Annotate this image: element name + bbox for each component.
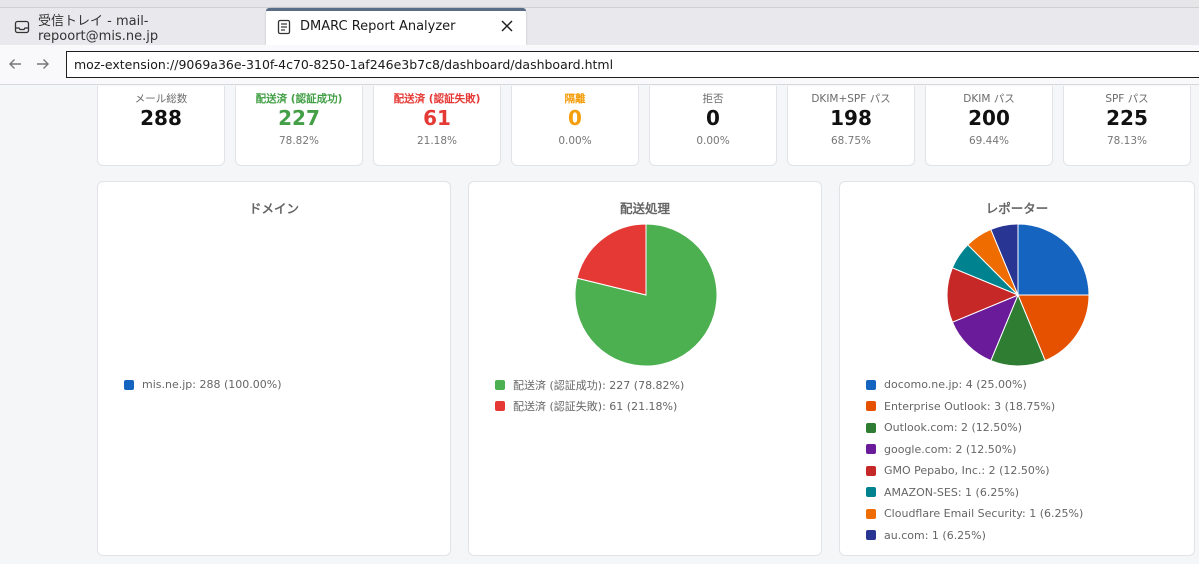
chart-card-reporter: レポーター docomo.ne.jp: 4 (25.00%) Enterprise… bbox=[839, 181, 1195, 556]
stat-percent: 0.00% bbox=[558, 135, 592, 147]
stat-card-delivered-fail: 配送済 (認証失敗) 61 21.18% bbox=[373, 86, 501, 166]
legend-item[interactable]: Outlook.com: 2 (12.50%) bbox=[866, 417, 1083, 439]
pie-slice-0[interactable] bbox=[1017, 223, 1090, 296]
legend-swatch bbox=[495, 379, 505, 390]
stat-value: 198 bbox=[830, 106, 872, 130]
legend-label: Cloudflare Email Security: 1 (6.25%) bbox=[884, 507, 1084, 521]
chart-card-delivery: 配送処理 配送済 (認証成功): 227 (78.82%) 配送済 (認証失敗):… bbox=[468, 181, 822, 556]
legend-swatch bbox=[866, 401, 876, 412]
legend-item[interactable]: Cloudflare Email Security: 1 (6.25%) bbox=[866, 503, 1083, 525]
inbox-icon bbox=[14, 19, 30, 35]
forward-arrow-icon[interactable] bbox=[34, 55, 52, 73]
stat-percent: 78.13% bbox=[1106, 135, 1148, 147]
stat-card-quarantine: 隔離 0 0.00% bbox=[511, 86, 639, 166]
stat-value: 227 bbox=[278, 106, 320, 130]
tab-title: DMARC Report Analyzer bbox=[300, 19, 456, 34]
legend-item[interactable]: google.com: 2 (12.50%) bbox=[866, 439, 1083, 461]
chart-legend: 配送済 (認証成功): 227 (78.82%) 配送済 (認証失敗): 61 (… bbox=[495, 374, 684, 417]
chart-legend: mis.ne.jp: 288 (100.00%) bbox=[124, 374, 282, 396]
chart-card-domain: ドメイン mis.ne.jp: 288 (100.00%) bbox=[97, 181, 451, 556]
tab-inbox[interactable]: 受信トレイ - mail-repoort@mis.ne.jp bbox=[8, 8, 260, 45]
chart-title: ドメイン bbox=[248, 201, 299, 216]
legend-item[interactable]: AMAZON-SES: 1 (6.25%) bbox=[866, 482, 1083, 504]
legend-label: mis.ne.jp: 288 (100.00%) bbox=[142, 378, 282, 392]
legend-item[interactable]: docomo.ne.jp: 4 (25.00%) bbox=[866, 374, 1083, 396]
stat-label: DKIM パス bbox=[963, 93, 1015, 105]
stat-value: 200 bbox=[968, 106, 1010, 130]
stat-value: 288 bbox=[140, 106, 182, 130]
legend-item[interactable]: GMO Pepabo, Inc.: 2 (12.50%) bbox=[866, 460, 1083, 482]
stat-card-total: メール総数 288 bbox=[97, 86, 225, 166]
legend-swatch bbox=[866, 465, 876, 476]
stat-value: 0 bbox=[568, 106, 582, 130]
chart-title: レポーター bbox=[985, 201, 1049, 216]
tab-title: 受信トレイ - mail-repoort@mis.ne.jp bbox=[38, 13, 159, 44]
stat-label: メール総数 bbox=[134, 93, 188, 105]
legend-swatch bbox=[866, 530, 876, 541]
url-bar[interactable]: moz-extension://9069a36e-310f-4c70-8250-… bbox=[66, 51, 1199, 78]
stat-card-reject: 拒否 0 0.00% bbox=[649, 86, 777, 166]
back-arrow-icon[interactable] bbox=[6, 55, 24, 73]
legend-swatch bbox=[495, 401, 505, 412]
stat-percent: 78.82% bbox=[278, 135, 320, 147]
pie-chart bbox=[574, 223, 718, 367]
legend-label: google.com: 2 (12.50%) bbox=[884, 442, 1017, 456]
stat-label: 配送済 (認証成功) bbox=[255, 93, 343, 105]
stat-card-delivered-pass: 配送済 (認証成功) 227 78.82% bbox=[235, 86, 363, 166]
window-top-strip bbox=[0, 0, 1199, 8]
stat-label: 隔離 bbox=[564, 93, 586, 105]
legend-label: docomo.ne.jp: 4 (25.00%) bbox=[884, 378, 1027, 392]
legend-item[interactable]: au.com: 1 (6.25%) bbox=[866, 525, 1083, 547]
stat-card-dkim-pass: DKIM パス 200 69.44% bbox=[925, 86, 1053, 166]
pie-chart bbox=[946, 223, 1090, 367]
stat-percent: 0.00% bbox=[696, 135, 730, 147]
legend-label: 配送済 (認証成功): 227 (78.82%) bbox=[513, 378, 685, 392]
legend-label: Outlook.com: 2 (12.50%) bbox=[884, 421, 1023, 435]
tab-dmarc-report-analyzer[interactable]: DMARC Report Analyzer bbox=[266, 8, 526, 45]
stat-value: 225 bbox=[1106, 106, 1148, 130]
chart-title: 配送処理 bbox=[619, 201, 670, 216]
close-icon[interactable] bbox=[498, 17, 516, 35]
legend-swatch bbox=[866, 444, 876, 455]
dashboard: メール総数 288 配送済 (認証成功) 227 78.82% 配送済 (認証失… bbox=[0, 86, 1199, 564]
stat-label: 拒否 bbox=[702, 93, 724, 105]
stat-label: SPF パス bbox=[1105, 93, 1149, 105]
legend-label: GMO Pepabo, Inc.: 2 (12.50%) bbox=[884, 464, 1050, 478]
stat-percent: 68.75% bbox=[830, 135, 872, 147]
legend-label: AMAZON-SES: 1 (6.25%) bbox=[884, 485, 1020, 499]
legend-item[interactable]: 配送済 (認証失敗): 61 (21.18%) bbox=[495, 396, 684, 418]
stat-card-spf-pass: SPF パス 225 78.13% bbox=[1063, 86, 1191, 166]
navigation-bar: moz-extension://9069a36e-310f-4c70-8250-… bbox=[0, 45, 1199, 85]
legend-item[interactable]: Enterprise Outlook: 3 (18.75%) bbox=[866, 396, 1083, 418]
tab-bar: 受信トレイ - mail-repoort@mis.ne.jp DMARC Rep… bbox=[0, 8, 1199, 45]
stat-value: 0 bbox=[706, 106, 720, 130]
document-icon bbox=[276, 19, 292, 35]
legend-item[interactable]: 配送済 (認証成功): 227 (78.82%) bbox=[495, 374, 684, 396]
legend-swatch bbox=[866, 508, 876, 519]
legend-swatch bbox=[124, 379, 134, 390]
legend-swatch bbox=[866, 422, 876, 433]
legend-swatch bbox=[866, 487, 876, 498]
stat-percent: 21.18% bbox=[416, 135, 458, 147]
legend-swatch bbox=[866, 379, 876, 390]
stat-value: 61 bbox=[423, 106, 451, 130]
chart-legend: docomo.ne.jp: 4 (25.00%) Enterprise Outlo… bbox=[866, 374, 1083, 546]
legend-label: Enterprise Outlook: 3 (18.75%) bbox=[884, 399, 1056, 413]
stat-card-dkim-spf-pass: DKIM+SPF パス 198 68.75% bbox=[787, 86, 915, 166]
stat-label: DKIM+SPF パス bbox=[811, 93, 891, 105]
legend-label: 配送済 (認証失敗): 61 (21.18%) bbox=[513, 400, 678, 414]
legend-item[interactable]: mis.ne.jp: 288 (100.00%) bbox=[124, 374, 282, 396]
stat-label: 配送済 (認証失敗) bbox=[393, 93, 481, 105]
legend-label: au.com: 1 (6.25%) bbox=[884, 528, 986, 542]
stat-percent: 69.44% bbox=[968, 135, 1010, 147]
